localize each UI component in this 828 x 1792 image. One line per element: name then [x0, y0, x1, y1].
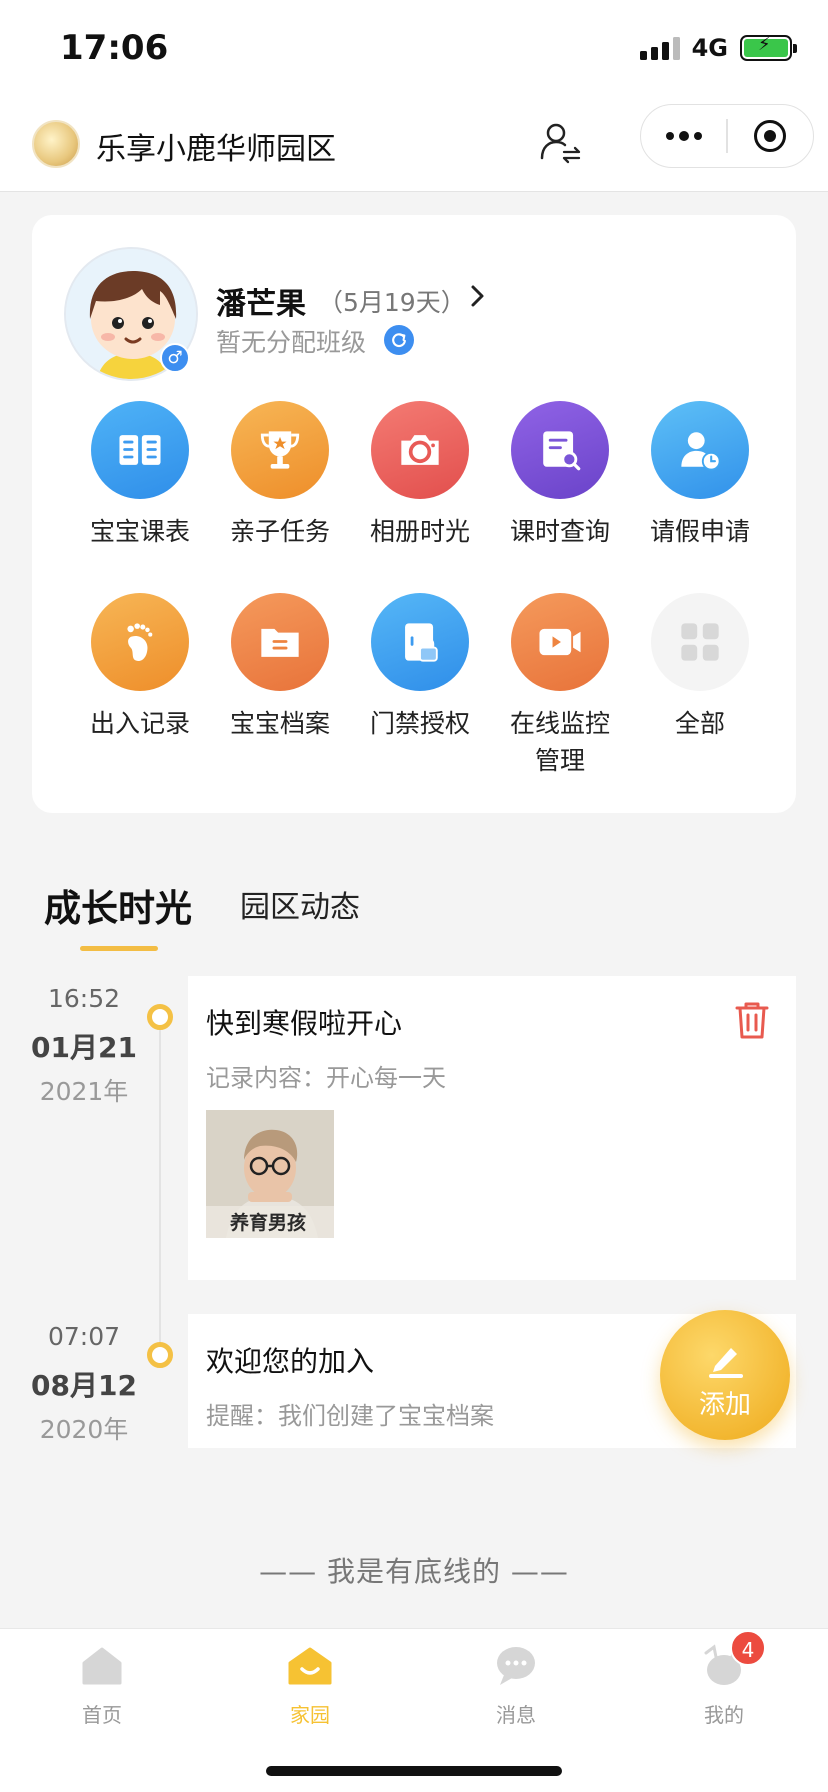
grid-label: 门禁授权 — [369, 709, 470, 738]
tab-family[interactable]: 家园 — [230, 1643, 390, 1728]
battery-icon — [740, 34, 797, 61]
grid-label: 宝宝课表 — [89, 517, 190, 546]
class-status: 暂无分配班级 — [216, 328, 367, 357]
more-icon[interactable] — [641, 105, 726, 167]
grid-item-schedule[interactable]: 宝宝课表 — [70, 401, 210, 550]
entry-time: 16:52 — [47, 984, 121, 1013]
tab-growth-time[interactable]: 成长时光 — [44, 878, 192, 932]
timeline-dot — [147, 1004, 173, 1030]
signal-icon — [639, 36, 680, 60]
grid-item-baby-profile[interactable]: 宝宝档案 — [210, 593, 350, 742]
search-doc-icon — [511, 401, 609, 499]
entry-time: 07:07 — [47, 1322, 121, 1351]
chevron-right-icon[interactable] — [466, 281, 490, 311]
tab-label: 家园 — [290, 1703, 330, 1727]
photo-caption: 养育男孩 — [230, 1212, 307, 1234]
tab-messages[interactable]: 消息 — [436, 1643, 596, 1728]
book-icon — [91, 401, 189, 499]
video-icon — [511, 593, 609, 691]
door-lock-icon — [371, 593, 469, 691]
entry-date: 08月12 — [31, 1369, 137, 1402]
camera-icon — [371, 401, 469, 499]
profile-card: ♂ 潘芒果 （5月19天） 暂无分配班级 宝宝课表 亲子任务 相册时光 课时查询… — [32, 215, 796, 813]
mini-program-capsule — [640, 104, 814, 168]
child-age: （5月19天） — [318, 288, 466, 317]
chat-icon — [497, 1647, 535, 1685]
gender-icon: ♂ — [160, 343, 190, 373]
close-mini-program-icon[interactable] — [728, 105, 813, 167]
timeline-dot — [147, 1342, 173, 1368]
entry-title: 快到寒假啦开心 — [206, 1007, 403, 1040]
entry-content: 提醒：我们创建了宝宝档案 — [206, 1402, 494, 1430]
grid-label: 在线监控 管理 — [509, 709, 610, 775]
content-tabs: 成长时光 园区动态 — [0, 872, 828, 962]
grid-label: 课时查询 — [509, 517, 610, 546]
grid-label: 请假申请 — [649, 517, 750, 546]
tab-underline — [80, 946, 158, 951]
grid-item-album[interactable]: 相册时光 — [350, 401, 490, 550]
entry-content: 记录内容：开心每一天 — [206, 1064, 446, 1092]
grid-item-parent-task[interactable]: 亲子任务 — [210, 401, 350, 550]
switch-user-icon[interactable] — [538, 120, 582, 164]
tab-campus-news[interactable]: 园区动态 — [240, 882, 360, 926]
grid-item-all[interactable]: 全部 — [630, 593, 770, 742]
grid-icon — [651, 593, 749, 691]
tab-mine[interactable]: 我的 — [644, 1643, 804, 1728]
status-time: 17:06 — [60, 28, 169, 68]
trophy-icon — [231, 401, 329, 499]
footprint-icon — [91, 593, 189, 691]
grid-label: 出入记录 — [89, 709, 190, 738]
timeline-line — [159, 1016, 161, 1356]
entry-year: 2020年 — [39, 1415, 129, 1444]
refresh-icon[interactable] — [384, 325, 414, 355]
user-clock-icon — [651, 401, 749, 499]
grid-item-access-record[interactable]: 出入记录 — [70, 593, 210, 742]
tab-label: 首页 — [82, 1703, 122, 1727]
entry-photo[interactable]: 养育男孩 — [206, 1110, 334, 1238]
add-label: 添加 — [698, 1390, 751, 1420]
grid-item-door-access[interactable]: 门禁授权 — [350, 593, 490, 742]
entry-year: 2021年 — [39, 1077, 129, 1106]
status-bar: 17:06 4G — [0, 0, 828, 100]
grid-label: 全部 — [674, 709, 725, 738]
delete-icon[interactable] — [734, 1000, 770, 1040]
school-logo — [32, 120, 80, 168]
family-icon — [288, 1647, 332, 1685]
timeline-entry-card[interactable]: 快到寒假啦开心 记录内容：开心每一天 养育男孩 — [188, 976, 796, 1280]
status-indicators: 4G — [639, 34, 797, 62]
grid-item-online-monitor[interactable]: 在线监控 管理 — [490, 593, 630, 779]
grid-label: 相册时光 — [369, 517, 470, 546]
pencil-icon — [709, 1348, 743, 1378]
grid-label: 宝宝档案 — [229, 709, 330, 738]
nav-bar: 乐享小鹿华师园区 — [0, 100, 828, 192]
school-name[interactable]: 乐享小鹿华师园区 — [96, 124, 336, 168]
grid-item-class-hours[interactable]: 课时查询 — [490, 401, 630, 550]
add-button[interactable]: 添加 — [660, 1310, 790, 1440]
network-type: 4G — [691, 34, 728, 62]
home-icon — [82, 1647, 122, 1685]
tab-label: 消息 — [496, 1703, 536, 1727]
unread-badge: 4 — [730, 1630, 766, 1666]
home-indicator — [266, 1766, 562, 1776]
end-of-list-text: —— 我是有底线的 —— — [259, 1555, 569, 1588]
grid-label: 亲子任务 — [229, 517, 330, 546]
entry-title: 欢迎您的加入 — [206, 1345, 375, 1378]
entry-date: 01月21 — [31, 1031, 137, 1064]
child-name[interactable]: 潘芒果 — [216, 279, 306, 323]
tab-label: 我的 — [704, 1703, 744, 1727]
tab-home[interactable]: 首页 — [22, 1643, 182, 1728]
grid-item-leave-request[interactable]: 请假申请 — [630, 401, 770, 550]
folder-icon — [231, 593, 329, 691]
